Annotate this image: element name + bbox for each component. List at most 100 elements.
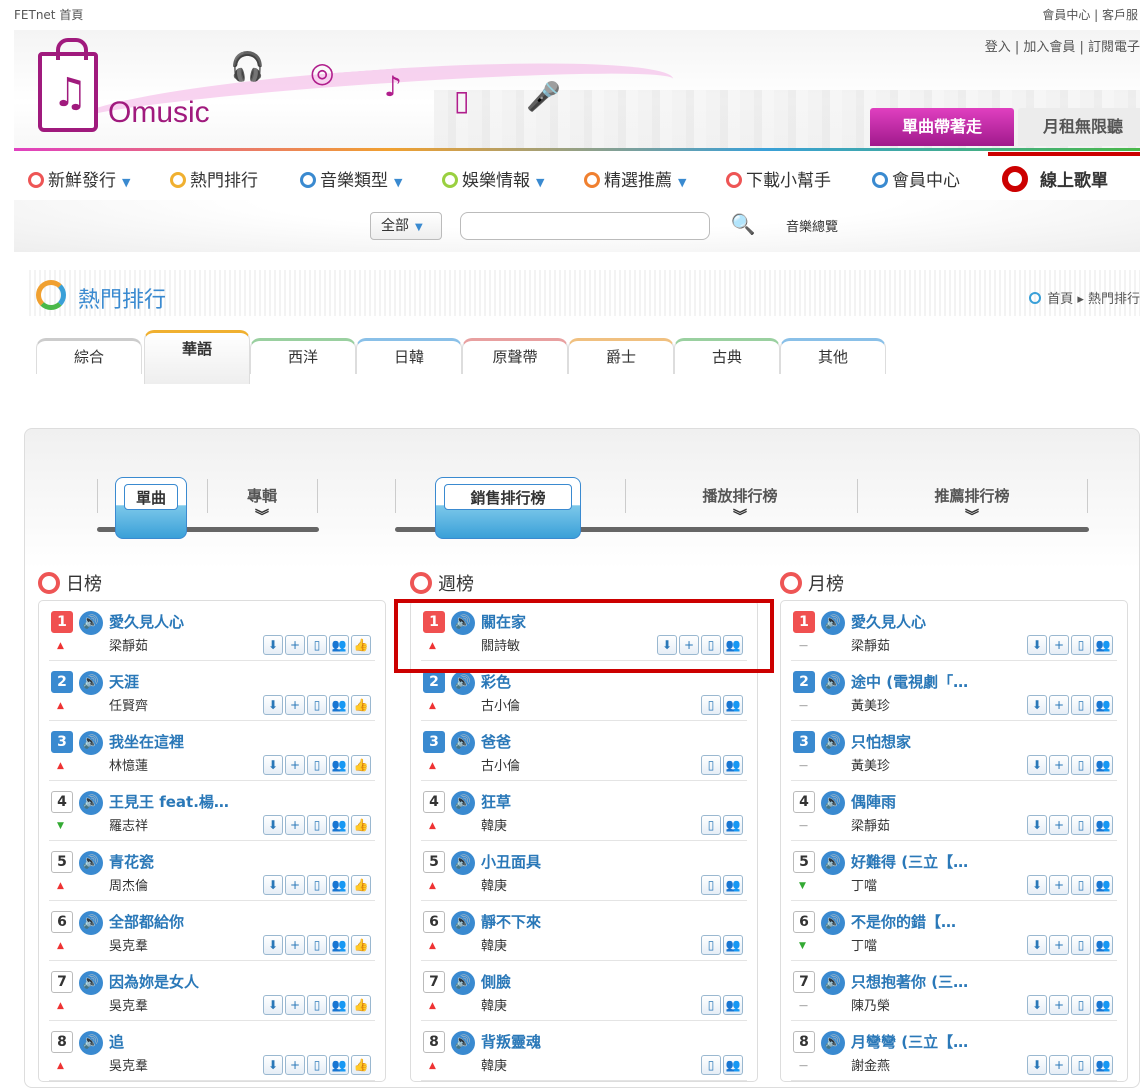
artist-name[interactable]: 古小倫 — [481, 695, 520, 714]
download-icon[interactable]: ⬇ — [1027, 815, 1047, 835]
download-icon[interactable]: ⬇ — [263, 1055, 283, 1075]
share-icon[interactable]: 👥 — [1093, 935, 1113, 955]
tab-play-chart[interactable]: 播放排行榜 ︾ — [635, 477, 845, 524]
add-icon[interactable]: + — [285, 755, 305, 775]
speaker-icon[interactable]: 🔊 — [79, 671, 103, 695]
share-icon[interactable]: 👥 — [723, 695, 743, 715]
add-icon[interactable]: + — [285, 635, 305, 655]
download-icon[interactable]: ⬇ — [263, 875, 283, 895]
download-icon[interactable]: ⬇ — [263, 935, 283, 955]
tab-western[interactable]: 西洋 — [250, 338, 356, 374]
omusic-logo-text[interactable]: Omusic — [108, 96, 210, 130]
phone-ringtone-icon[interactable]: ▯ — [1071, 935, 1091, 955]
nav-hot-charts[interactable]: 熱門排行 — [170, 166, 258, 191]
speaker-icon[interactable]: 🔊 — [821, 1031, 845, 1055]
like-icon[interactable]: 👍 — [351, 935, 371, 955]
phone-ringtone-icon[interactable]: ▯ — [307, 815, 327, 835]
download-icon[interactable]: ⬇ — [263, 635, 283, 655]
search-category-select[interactable]: 全部 ▼ — [370, 212, 442, 240]
share-icon[interactable]: 👥 — [329, 695, 349, 715]
speaker-icon[interactable]: 🔊 — [451, 851, 475, 875]
song-title[interactable]: 小丑面具 — [481, 851, 541, 872]
song-title[interactable]: 狂草 — [481, 791, 511, 812]
tab-classical[interactable]: 古典 — [674, 338, 780, 374]
add-icon[interactable]: + — [1049, 695, 1069, 715]
artist-name[interactable]: 梁靜茹 — [109, 635, 148, 654]
fetnet-home-link[interactable]: FETnet 首頁 — [14, 6, 83, 23]
phone-ringtone-icon[interactable]: ▯ — [701, 1055, 721, 1075]
tab-single[interactable]: 單曲 — [115, 477, 187, 539]
share-icon[interactable]: 👥 — [1093, 635, 1113, 655]
download-icon[interactable]: ⬇ — [1027, 1055, 1047, 1075]
artist-name[interactable]: 韓庚 — [481, 995, 507, 1014]
artist-name[interactable]: 林憶蓮 — [109, 755, 148, 774]
artist-name[interactable]: 黃美珍 — [851, 695, 890, 714]
like-icon[interactable]: 👍 — [351, 695, 371, 715]
speaker-icon[interactable]: 🔊 — [79, 791, 103, 815]
song-title[interactable]: 青花瓷 — [109, 851, 154, 872]
nav-entertainment[interactable]: 娛樂情報 ▼ — [442, 166, 544, 191]
song-title[interactable]: 王見王 feat.楊… — [109, 791, 229, 812]
nav-download-helper[interactable]: 下載小幫手 — [726, 166, 831, 191]
download-icon[interactable]: ⬇ — [263, 695, 283, 715]
phone-ringtone-icon[interactable]: ▯ — [1071, 995, 1091, 1015]
like-icon[interactable]: 👍 — [351, 1055, 371, 1075]
tab-soundtrack[interactable]: 原聲帶 — [462, 338, 568, 374]
nav-online-playlist[interactable]: 線上歌單 — [1002, 166, 1108, 192]
add-icon[interactable]: + — [1049, 1055, 1069, 1075]
omusic-logo-icon[interactable]: ♫ — [38, 38, 98, 132]
song-title[interactable]: 背叛靈魂 — [481, 1031, 541, 1052]
song-title[interactable]: 爸爸 — [481, 731, 511, 752]
tab-sales-chart[interactable]: 銷售排行榜 — [435, 477, 581, 539]
song-title[interactable]: 偶陣雨 — [851, 791, 896, 812]
tab-jazz[interactable]: 爵士 — [568, 338, 674, 374]
share-icon[interactable]: 👥 — [329, 755, 349, 775]
share-icon[interactable]: 👥 — [1093, 695, 1113, 715]
phone-ringtone-icon[interactable]: ▯ — [1071, 635, 1091, 655]
artist-name[interactable]: 周杰倫 — [109, 875, 148, 894]
share-icon[interactable]: 👥 — [1093, 875, 1113, 895]
add-icon[interactable]: + — [1049, 995, 1069, 1015]
add-icon[interactable]: + — [285, 995, 305, 1015]
song-title[interactable]: 全部都給你 — [109, 911, 184, 932]
phone-ringtone-icon[interactable]: ▯ — [1071, 1055, 1091, 1075]
artist-name[interactable]: 韓庚 — [481, 815, 507, 834]
artist-name[interactable]: 韓庚 — [481, 875, 507, 894]
speaker-icon[interactable]: 🔊 — [79, 971, 103, 995]
phone-ringtone-icon[interactable]: ▯ — [701, 815, 721, 835]
phone-ringtone-icon[interactable]: ▯ — [307, 935, 327, 955]
share-icon[interactable]: 👥 — [1093, 815, 1113, 835]
add-icon[interactable]: + — [285, 815, 305, 835]
login-links[interactable]: 登入 | 加入會員 | 訂閱電子 — [985, 36, 1140, 55]
phone-ringtone-icon[interactable]: ▯ — [307, 995, 327, 1015]
share-icon[interactable]: 👥 — [329, 875, 349, 895]
phone-ringtone-icon[interactable]: ▯ — [1071, 755, 1091, 775]
like-icon[interactable]: 👍 — [351, 875, 371, 895]
artist-name[interactable]: 梁靜茹 — [851, 635, 890, 654]
tab-other[interactable]: 其他 — [780, 338, 886, 374]
song-title[interactable]: 愛久見人心 — [851, 611, 926, 632]
speaker-icon[interactable]: 🔊 — [451, 791, 475, 815]
share-icon[interactable]: 👥 — [1093, 1055, 1113, 1075]
download-icon[interactable]: ⬇ — [1027, 635, 1047, 655]
search-icon[interactable]: 🔍 — [726, 212, 760, 240]
tab-recommend-chart[interactable]: 推薦排行榜 ︾ — [867, 477, 1077, 524]
song-title[interactable]: 追 — [109, 1031, 124, 1052]
speaker-icon[interactable]: 🔊 — [79, 911, 103, 935]
nav-member-center[interactable]: 會員中心 — [872, 166, 960, 191]
phone-ringtone-icon[interactable]: ▯ — [307, 635, 327, 655]
speaker-icon[interactable]: 🔊 — [79, 1031, 103, 1055]
nav-music-genre[interactable]: 音樂類型 ▼ — [300, 166, 402, 191]
share-icon[interactable]: 👥 — [1093, 995, 1113, 1015]
artist-name[interactable]: 梁靜茹 — [851, 815, 890, 834]
share-icon[interactable]: 👥 — [329, 635, 349, 655]
artist-name[interactable]: 謝金燕 — [851, 1055, 890, 1074]
share-icon[interactable]: 👥 — [723, 875, 743, 895]
phone-ringtone-icon[interactable]: ▯ — [701, 875, 721, 895]
tab-mandarin[interactable]: 華語 — [144, 330, 250, 384]
add-icon[interactable]: + — [285, 875, 305, 895]
song-title[interactable]: 彩色 — [481, 671, 511, 692]
add-icon[interactable]: + — [1049, 935, 1069, 955]
search-input[interactable] — [460, 212, 710, 240]
song-title[interactable]: 靜不下來 — [481, 911, 541, 932]
